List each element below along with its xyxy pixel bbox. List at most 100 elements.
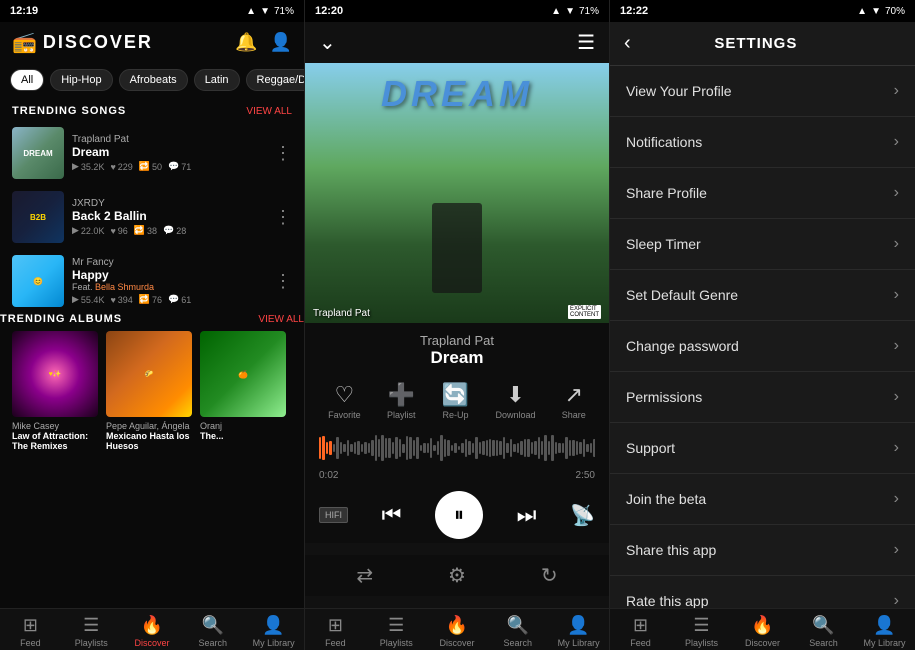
library-icon: 👤 — [262, 615, 284, 636]
song-list: DREAM Trapland Pat Dream ▶35.2K ♥229 🔁50… — [0, 121, 304, 313]
profile-icon[interactable]: 👤 — [270, 32, 292, 53]
song-artist-1: Trapland Pat — [72, 134, 266, 145]
stat-plays-2: ▶22.0K — [72, 225, 104, 236]
album-artist-3: Oranj — [200, 421, 286, 431]
nav-feed-2[interactable]: ⊞ Feed — [305, 615, 366, 648]
nav-feed-1[interactable]: ⊞ Feed — [0, 615, 61, 648]
nav-discover-1[interactable]: 🔥 Discover — [122, 615, 183, 648]
trending-albums-view-all[interactable]: VIEW ALL — [258, 314, 304, 325]
player-favorite-action[interactable]: ♡ Favorite — [328, 382, 361, 420]
bottom-nav-1: ⊞ Feed ☰ Playlists 🔥 Discover 🔍 Search 👤… — [0, 608, 304, 650]
settings-join-beta-label: Join the beta — [626, 491, 706, 507]
repeat-icon[interactable]: ↻ — [541, 563, 558, 588]
trending-songs-view-all[interactable]: VIEW ALL — [246, 106, 292, 117]
song-menu-3[interactable]: ⋮ — [274, 271, 292, 292]
nav-discover-3[interactable]: 🔥 Discover — [732, 615, 793, 648]
player-share-action[interactable]: ↗ Share — [562, 382, 586, 420]
player-reup-action[interactable]: 🔄 Re-Up — [442, 382, 469, 420]
nav-feed-3[interactable]: ⊞ Feed — [610, 615, 671, 648]
player-panel: 12:20 ▲ ▼ 71% ⌄ ☰ DREAM Trapland Pat EXP… — [305, 0, 610, 650]
player-actions: ♡ Favorite ➕ Playlist 🔄 Re-Up ⬇ Download… — [305, 372, 609, 424]
album-item-1[interactable]: ♥✨ Mike Casey Law of Attraction: The Rem… — [12, 331, 98, 451]
player-menu-icon[interactable]: ☰ — [577, 30, 595, 55]
nav-library-3[interactable]: 👤 My Library — [854, 615, 915, 648]
nav-playlists-1[interactable]: ☰ Playlists — [61, 615, 122, 648]
chevron-right-icon-8: › — [894, 490, 899, 508]
cast-icon[interactable]: 📡 — [570, 503, 595, 528]
hifi-badge[interactable]: HIFI — [319, 507, 348, 523]
song-stats-3: ▶55.4K ♥394 🔁76 💬61 — [72, 294, 266, 305]
genre-chip-reggae[interactable]: Reggae/Dan — [246, 69, 304, 91]
player-title: Dream — [319, 348, 595, 368]
album-art-advisory-label: EXPLICITCONTENT — [568, 305, 601, 319]
signal-icon-2: ▲ — [551, 6, 561, 17]
pause-icon: ⏸ — [454, 504, 464, 527]
next-button[interactable]: ⏭ — [517, 502, 537, 528]
settings-item-rate-app[interactable]: Rate this app › — [610, 576, 915, 608]
genre-chip-hiphop[interactable]: Hip-Hop — [50, 69, 112, 91]
chevron-right-icon-7: › — [894, 439, 899, 457]
stat-comments-3: 💬61 — [168, 294, 191, 305]
settings-item-share-app[interactable]: Share this app › — [610, 525, 915, 576]
status-icons-3: ▲ ▼ 70% — [857, 6, 905, 17]
battery-icon-2: 71% — [579, 6, 599, 17]
settings-item-support[interactable]: Support › — [610, 423, 915, 474]
notification-icon[interactable]: 🔔 — [235, 32, 257, 53]
waveform-container[interactable] — [319, 428, 595, 468]
nav-discover-label-1: Discover — [134, 638, 169, 648]
song-thumb-dream: DREAM — [12, 127, 64, 179]
stat-likes-3: ♥394 — [110, 295, 132, 305]
album-item-2[interactable]: 🌮 Pepe Aguilar, Ángela Mexicano Hasta lo… — [106, 331, 192, 451]
nav-discover-2[interactable]: 🔥 Discover — [427, 615, 488, 648]
settings-item-notifications[interactable]: Notifications › — [610, 117, 915, 168]
waveform — [319, 433, 595, 463]
song-menu-2[interactable]: ⋮ — [274, 207, 292, 228]
nav-library-1[interactable]: 👤 My Library — [243, 615, 304, 648]
settings-item-share-profile[interactable]: Share Profile › — [610, 168, 915, 219]
chevron-right-icon-1: › — [894, 133, 899, 151]
discover-icon: 🔥 — [141, 615, 163, 636]
nav-search-2[interactable]: 🔍 Search — [487, 615, 548, 648]
player-chevron-down-icon[interactable]: ⌄ — [319, 30, 336, 55]
settings-item-permissions[interactable]: Permissions › — [610, 372, 915, 423]
album-item-3[interactable]: 🍊 Oranj The... — [200, 331, 286, 451]
nav-library-label-3: My Library — [863, 638, 905, 648]
song-item-2[interactable]: B2B JXRDY Back 2 Ballin ▶22.0K ♥96 🔁38 💬… — [0, 185, 304, 249]
discover-icon-2: 🔥 — [446, 615, 468, 636]
genre-chip-latin[interactable]: Latin — [194, 69, 240, 91]
song-thumb-happy: 😊 — [12, 255, 64, 307]
nav-playlists-2[interactable]: ☰ Playlists — [366, 615, 427, 648]
song-menu-1[interactable]: ⋮ — [274, 143, 292, 164]
player-progress[interactable]: 0:02 2:50 — [305, 424, 609, 485]
player-info: Trapland Pat Dream — [305, 323, 609, 372]
player-download-action[interactable]: ⬇ Download — [495, 382, 535, 420]
discover-panel: 12:19 ▲ ▼ 71% 📻 DISCOVER 🔔 👤 All Hip-Hop… — [0, 0, 305, 650]
play-pause-button[interactable]: ⏸ — [435, 491, 483, 539]
player-playlist-action[interactable]: ➕ Playlist — [387, 382, 416, 420]
stat-plays-1: ▶35.2K — [72, 161, 104, 172]
genre-chip-all[interactable]: All — [10, 69, 44, 91]
settings-item-join-beta[interactable]: Join the beta › — [610, 474, 915, 525]
shuffle-icon[interactable]: ⇄ — [356, 563, 373, 588]
settings-back-button[interactable]: ‹ — [624, 32, 631, 55]
settings-permissions-label: Permissions — [626, 389, 702, 405]
nav-library-2[interactable]: 👤 My Library — [548, 615, 609, 648]
settings-item-sleep-timer[interactable]: Sleep Timer › — [610, 219, 915, 270]
song-item-1[interactable]: DREAM Trapland Pat Dream ▶35.2K ♥229 🔁50… — [0, 121, 304, 185]
settings-item-view-profile[interactable]: View Your Profile › — [610, 66, 915, 117]
nav-playlists-3[interactable]: ☰ Playlists — [671, 615, 732, 648]
settings-item-default-genre[interactable]: Set Default Genre › — [610, 270, 915, 321]
playlists-icon-2: ☰ — [388, 615, 404, 636]
nav-search-3[interactable]: 🔍 Search — [793, 615, 854, 648]
prev-button[interactable]: ⏮ — [382, 502, 402, 528]
settings-item-change-password[interactable]: Change password › — [610, 321, 915, 372]
album-thumb-2: 🌮 — [106, 331, 192, 417]
song-item-3[interactable]: 😊 Mr Fancy Happy Feat. Bella Shmurda ▶55… — [0, 249, 304, 313]
player-bottom-row: ⇄ ⚙ ↻ — [305, 555, 609, 596]
nav-search-1[interactable]: 🔍 Search — [182, 615, 243, 648]
genre-chip-afrobeats[interactable]: Afrobeats — [119, 69, 188, 91]
equalizer-icon[interactable]: ⚙ — [448, 563, 466, 588]
album-thumb-1: ♥✨ — [12, 331, 98, 417]
bottom-nav-2: ⊞ Feed ☰ Playlists 🔥 Discover 🔍 Search 👤… — [305, 608, 609, 650]
player-controls: HIFI ⏮ ⏸ ⏭ 📡 — [305, 485, 609, 543]
